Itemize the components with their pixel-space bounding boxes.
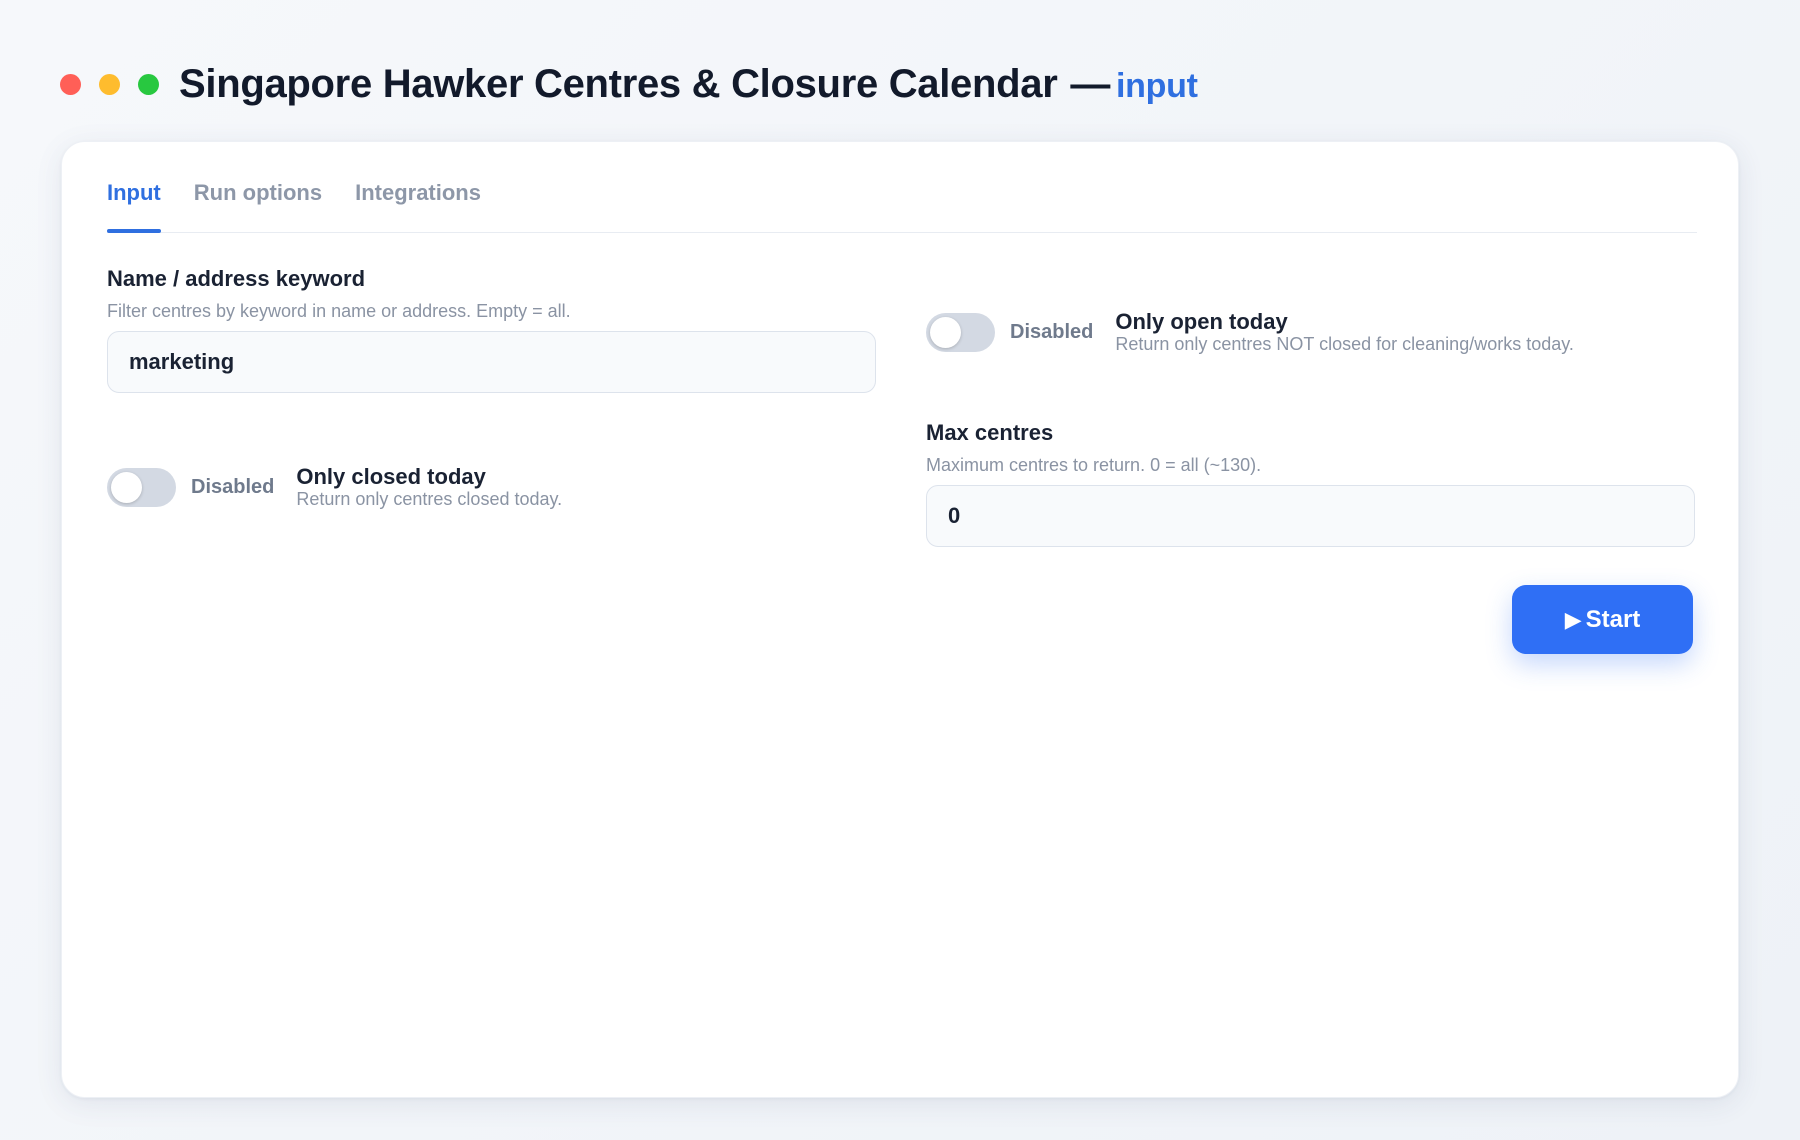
toggle-knob [111,471,142,503]
only-closed-today-description: Return only centres closed today. [296,489,563,509]
toggle-knob [930,316,961,348]
minimize-window-button[interactable] [99,73,120,95]
max-centres-label: Max centres [926,420,1054,445]
mode-label: input [1116,66,1198,105]
only-closed-today-state: Disabled [191,475,275,498]
start-button[interactable]: ▶ Start [1512,585,1693,654]
tab-input[interactable]: Input [107,180,161,233]
tab-integrations[interactable]: Integrations [355,180,481,232]
app-title-text: Singapore Hawker Centres & Closure Calen… [179,61,1058,106]
play-icon: ▶ [1564,606,1582,632]
maximize-window-button[interactable] [138,73,159,95]
only-open-today-title: Only open today [1115,309,1288,334]
main-panel: Input Run options Integrations Name / ad… [61,141,1739,1098]
tab-run-options[interactable]: Run options [194,180,322,232]
tab-bar: Input Run options Integrations [107,142,1697,233]
only-open-today-row: Disabled Only open today Return only cen… [926,310,1574,354]
only-open-today-description: Return only centres NOT closed for clean… [1115,334,1574,354]
keyword-help: Filter centres by keyword in name or add… [107,301,571,321]
app-title: Singapore Hawker Centres & Closure Calen… [179,62,1198,107]
window-titlebar: Singapore Hawker Centres & Closure Calen… [60,56,1198,112]
only-closed-today-text: Only closed today Return only centres cl… [296,464,563,510]
title-separator: — [1070,61,1111,106]
keyword-label: Name / address keyword [107,266,366,291]
max-centres-help: Maximum centres to return. 0 = all (~130… [926,455,1262,475]
only-open-today-state: Disabled [1010,320,1094,343]
max-centres-input[interactable]: 0 [926,485,1695,547]
only-closed-today-row: Disabled Only closed today Return only c… [107,465,562,509]
close-window-button[interactable] [60,73,81,95]
start-button-label: Start [1585,605,1641,633]
only-closed-today-title: Only closed today [296,464,486,489]
only-open-today-toggle[interactable] [926,312,995,352]
only-closed-today-toggle[interactable] [107,467,176,507]
keyword-input[interactable]: marketing [107,331,876,393]
only-open-today-text: Only open today Return only centres NOT … [1115,309,1574,355]
